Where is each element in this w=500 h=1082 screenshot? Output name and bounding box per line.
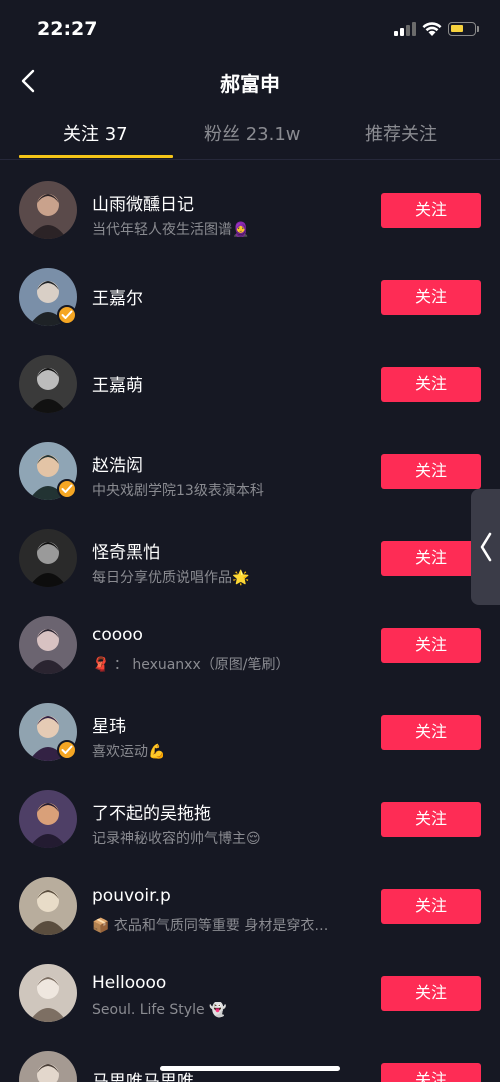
user-avatar[interactable] bbox=[19, 1051, 77, 1082]
verified-badge-icon bbox=[57, 479, 77, 499]
user-name[interactable]: 王嘉尔 bbox=[92, 284, 143, 309]
user-row[interactable]: 王嘉尔 关注 bbox=[0, 254, 500, 341]
side-drawer-handle[interactable] bbox=[471, 489, 500, 605]
user-description: 每日分享优质说唱作品🌟 bbox=[92, 570, 250, 586]
user-name[interactable]: 星玮 bbox=[92, 712, 126, 737]
user-avatar[interactable] bbox=[19, 964, 77, 1022]
verified-badge-icon bbox=[57, 305, 77, 325]
follow-button[interactable]: 关注 bbox=[381, 1063, 481, 1082]
chevron-left-icon bbox=[480, 532, 492, 562]
follow-button[interactable]: 关注 bbox=[381, 280, 481, 315]
user-description: 📦 衣品和气质同等重要 身材是穿衣… bbox=[92, 918, 329, 934]
user-row[interactable]: 星玮喜欢运动💪 关注 bbox=[0, 689, 500, 776]
user-row[interactable]: 王嘉萌 关注 bbox=[0, 341, 500, 428]
tab-recommended[interactable]: 推荐关注 bbox=[365, 120, 437, 146]
follow-button[interactable]: 关注 bbox=[381, 367, 481, 402]
user-avatar[interactable] bbox=[19, 790, 77, 848]
follow-button[interactable]: 关注 bbox=[381, 193, 481, 228]
follow-button[interactable]: 关注 bbox=[381, 802, 481, 837]
nav-bar: 郝富申 bbox=[0, 58, 500, 104]
battery-tip bbox=[477, 26, 479, 32]
user-avatar[interactable] bbox=[19, 181, 77, 239]
user-avatar[interactable] bbox=[19, 529, 77, 587]
user-avatar[interactable] bbox=[19, 877, 77, 935]
user-description: 记录神秘收容的帅气博主😌 bbox=[92, 831, 261, 847]
user-row[interactable]: 山雨微醺日记当代年轻人夜生活图谱🧕 关注 bbox=[0, 167, 500, 254]
user-name[interactable]: 怪奇黑怕 bbox=[92, 538, 160, 563]
user-description: 当代年轻人夜生活图谱🧕 bbox=[92, 222, 250, 238]
user-row[interactable]: 马思唯马思唯 关注 bbox=[0, 1037, 500, 1082]
tab-followers[interactable]: 粉丝 23.1w bbox=[204, 120, 301, 146]
verified-badge-icon bbox=[57, 740, 77, 760]
follow-button[interactable]: 关注 bbox=[381, 628, 481, 663]
user-name[interactable]: pouvoir.p bbox=[92, 886, 171, 906]
user-description: Seoul. Life Style 👻 bbox=[92, 1002, 227, 1018]
status-time: 22:27 bbox=[37, 18, 98, 40]
user-name[interactable]: 了不起的吴拖拖 bbox=[92, 799, 211, 824]
user-description: 喜欢运动💪 bbox=[92, 744, 166, 760]
user-row[interactable]: pouvoir.p 📦 衣品和气质同等重要 身材是穿衣… 关注 bbox=[0, 863, 500, 950]
tab-indicator bbox=[19, 155, 173, 158]
user-row[interactable]: Helloooo Seoul. Life Style 👻 关注 bbox=[0, 950, 500, 1037]
follow-button[interactable]: 关注 bbox=[381, 889, 481, 924]
tab-bar: 关注 37 粉丝 23.1w 推荐关注 bbox=[0, 108, 500, 160]
follow-button[interactable]: 关注 bbox=[381, 541, 481, 576]
user-name[interactable]: 山雨微醺日记 bbox=[92, 190, 194, 215]
user-name[interactable]: coooo bbox=[92, 625, 143, 645]
user-row[interactable]: coooo 🧣 ： hexuanxx（原图/笔刷） 关注 bbox=[0, 602, 500, 689]
user-row[interactable]: 赵浩闳中央戏剧学院13级表演本科 关注 bbox=[0, 428, 500, 515]
signal-icon bbox=[394, 22, 418, 36]
user-description: 🧣 ： hexuanxx（原图/笔刷） bbox=[92, 657, 290, 673]
page-title: 郝富申 bbox=[220, 72, 280, 96]
status-bar: 22:27 bbox=[0, 0, 500, 58]
user-name[interactable]: 赵浩闳 bbox=[92, 451, 143, 476]
user-description: 中央戏剧学院13级表演本科 bbox=[92, 483, 264, 499]
user-avatar[interactable] bbox=[19, 616, 77, 674]
wifi-icon bbox=[422, 22, 442, 36]
user-name[interactable]: Helloooo bbox=[92, 973, 166, 993]
follow-button[interactable]: 关注 bbox=[381, 976, 481, 1011]
user-row[interactable]: 了不起的吴拖拖记录神秘收容的帅气博主😌 关注 bbox=[0, 776, 500, 863]
user-avatar[interactable] bbox=[19, 355, 77, 413]
user-name[interactable]: 王嘉萌 bbox=[92, 371, 143, 396]
follow-button[interactable]: 关注 bbox=[381, 715, 481, 750]
follow-button[interactable]: 关注 bbox=[381, 454, 481, 489]
home-indicator bbox=[160, 1066, 340, 1071]
user-row[interactable]: 怪奇黑怕每日分享优质说唱作品🌟 关注 bbox=[0, 515, 500, 602]
tab-following[interactable]: 关注 37 bbox=[63, 120, 128, 146]
battery-level bbox=[451, 25, 463, 32]
battery-icon bbox=[448, 22, 476, 36]
